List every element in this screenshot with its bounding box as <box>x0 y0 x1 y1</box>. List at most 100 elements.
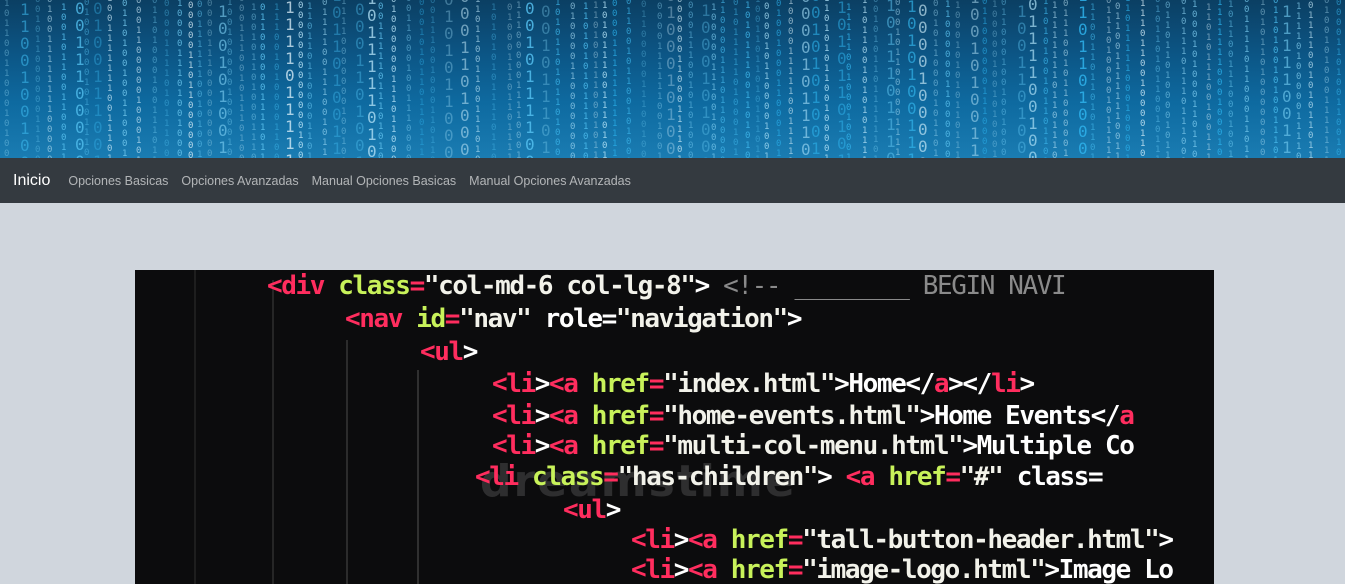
svg-text:1101111001010110110: 1101111001010110110 <box>1308 0 1313 158</box>
main-content: dreamstime <div class="col-md-6 col-lg-8… <box>0 203 1345 584</box>
code-token: <a <box>549 431 592 461</box>
code-line: <li><a href="tall-button-header.html"> <box>631 525 1174 555</box>
code-line: <li><a href="multi-col-menu.html">Multip… <box>492 431 1135 461</box>
svg-text:001100111111100111: 001100111111100111 <box>1115 0 1120 158</box>
svg-text:111100000111100010: 111100000111100010 <box>516 0 521 158</box>
code-token: > <box>534 401 551 431</box>
svg-text:1000000110110000001: 1000000110110000001 <box>188 0 193 158</box>
svg-text:000000000000001000: 000000000000001000 <box>298 0 303 158</box>
svg-text:100011000001000101: 100011000001000101 <box>136 0 141 158</box>
binary-code-banner-image: 010110011000101000 001100100100 0100101100… <box>4 0 1341 158</box>
nav-link-manual-opciones-basicas[interactable]: Manual Opciones Basicas <box>312 174 457 188</box>
svg-text:1110000111010010000: 1110000111010010000 <box>177 0 182 158</box>
svg-text:001100000011100001: 001100000011100001 <box>982 0 987 158</box>
code-token: = <box>787 555 804 584</box>
code-token: "tall-button-header.html" <box>802 525 1160 555</box>
svg-text:0001100101100101000: 0001100101100101000 <box>626 0 631 158</box>
code-token: > <box>817 462 846 492</box>
svg-text:01111011111: 01111011111 <box>285 0 295 158</box>
code-token: = <box>409 271 426 301</box>
svg-text:100010110000011110: 100010110000011110 <box>895 0 900 158</box>
svg-text:1100001111010111001: 1100001111010111001 <box>164 0 169 158</box>
svg-text:01100110110101101: 01100110110101101 <box>1090 0 1095 158</box>
nav-brand-inicio[interactable]: Inicio <box>13 172 50 190</box>
svg-text:011111110001000100: 011111110001000100 <box>1217 0 1222 158</box>
code-token: <div <box>267 271 339 301</box>
svg-text:001100100100: 001100100100 <box>20 0 30 158</box>
svg-text:0100001111111111110: 0100001111111111110 <box>612 0 617 158</box>
code-token: class <box>532 462 605 492</box>
svg-text:011101100100001101: 011101100100001101 <box>1140 0 1145 158</box>
code-line: <li><a href="image-logo.html">Image Lo <box>631 555 1174 584</box>
nav-link-manual-opciones-avanzadas[interactable]: Manual Opciones Avanzadas <box>469 174 631 188</box>
svg-text:101000001110010001: 101000001110010001 <box>711 0 716 158</box>
code-token: > <box>786 304 803 334</box>
nav-link-opciones-avanzadas[interactable]: Opciones Avanzadas <box>181 174 298 188</box>
code-token: href <box>730 555 789 584</box>
code-token: > <box>534 369 551 399</box>
code-token: "col-md-6 col-lg-8" <box>423 271 696 301</box>
svg-text:00001101000: 00001101000 <box>460 0 470 158</box>
svg-text:001101000100111011: 001101000100111011 <box>152 0 157 158</box>
code-token: role= <box>530 304 618 334</box>
svg-text:0101001010001111111: 0101001010001111111 <box>1324 0 1329 158</box>
code-token: href <box>591 369 650 399</box>
svg-text:111000011101100000: 111000011101100000 <box>720 0 725 158</box>
svg-text:11010100111: 11010100111 <box>907 0 917 158</box>
code-token: "nav" <box>459 304 532 334</box>
code-token: a <box>933 369 950 399</box>
code-token: href <box>591 401 650 431</box>
svg-text:1011011001010101111: 1011011001010101111 <box>862 0 867 158</box>
svg-text:101001000110001010: 101001000110001010 <box>776 0 781 158</box>
nav-link-opciones-basicas[interactable]: Opciones Basicas <box>68 174 168 188</box>
svg-text:1110110011100010010: 1110110011100010010 <box>1228 0 1233 158</box>
svg-text:1100111111001010011: 1100111111001010011 <box>197 0 202 158</box>
svg-text:000101011011111101: 000101011011111101 <box>873 0 878 158</box>
code-line: <li class="has-children"> <a href="#" cl… <box>475 462 1104 492</box>
code-token: href <box>730 525 789 555</box>
code-token: > <box>605 495 622 525</box>
code-line: <li><a href="index.html">Home</a></li> <box>492 369 1035 399</box>
svg-text:11001010011: 11001010011 <box>970 0 980 158</box>
code-token: = <box>444 304 461 334</box>
svg-text:0010101101011010000: 0010101101011010000 <box>555 0 560 158</box>
code-token: <li <box>475 462 533 492</box>
code-token: > <box>694 271 724 301</box>
svg-text:011010101100100001: 011010101100100001 <box>824 0 829 158</box>
code-token: <a <box>549 369 592 399</box>
svg-text:0001000000101011100: 0001000000101011100 <box>84 0 89 158</box>
svg-text:01111110011: 01111110011 <box>1282 0 1292 157</box>
svg-text:100101100001011011: 100101100001011011 <box>933 0 938 158</box>
code-token: class <box>338 271 411 301</box>
svg-text:011110000000100100: 011110000000100100 <box>341 0 346 158</box>
svg-text:000001110000000000: 000001110000000000 <box>207 0 212 158</box>
code-token: > <box>462 337 479 367</box>
svg-text:11001011101: 11001011101 <box>541 0 551 157</box>
svg-text:001110100001011111: 001110100001011111 <box>1106 0 1111 158</box>
code-line: <div class="col-md-6 col-lg-8"> <!-- ___… <box>267 271 1067 301</box>
code-token: <!-- ________ BEGIN NAVI <box>723 271 1066 301</box>
svg-text:011110100000111101: 011110100000111101 <box>1296 0 1301 158</box>
svg-text:011111111011011101: 011111111011011101 <box>1052 0 1057 158</box>
svg-text:1101011010110010111: 1101011010110010111 <box>1155 0 1160 158</box>
svg-text:1110011011010111011: 1110011011010111011 <box>755 0 760 158</box>
svg-text:01000101000: 01000101000 <box>701 0 711 158</box>
svg-text:001100000111001001: 001100000111001001 <box>641 0 646 158</box>
code-token: <a <box>845 462 889 492</box>
svg-text:0101101001010011101: 0101101001010011101 <box>1273 0 1278 158</box>
code-token: = <box>945 462 961 492</box>
code-token: "#" <box>959 462 1004 492</box>
svg-text:1111011001100111010: 1111011001100111010 <box>475 0 480 158</box>
svg-text:10100011101101111: 10100011101101111 <box>507 0 512 158</box>
code-token: >Home Events</ <box>919 401 1121 431</box>
svg-text:001000011000000001: 001000011000000001 <box>570 0 575 158</box>
code-token: >Image Lo <box>1044 555 1174 584</box>
code-token: > <box>673 555 690 584</box>
svg-text:100000011000111101: 100000011000111101 <box>677 0 682 158</box>
svg-text:111110010100001100: 111110010100001100 <box>274 0 279 158</box>
code-line: <ul> <box>563 495 622 525</box>
code-token: <li <box>492 369 536 399</box>
svg-text:00100111001: 00100111001 <box>93 0 103 158</box>
svg-text:0001101101000010110: 0001101101000010110 <box>1165 0 1170 158</box>
svg-text:01111100100010001: 01111100100010001 <box>846 0 851 158</box>
